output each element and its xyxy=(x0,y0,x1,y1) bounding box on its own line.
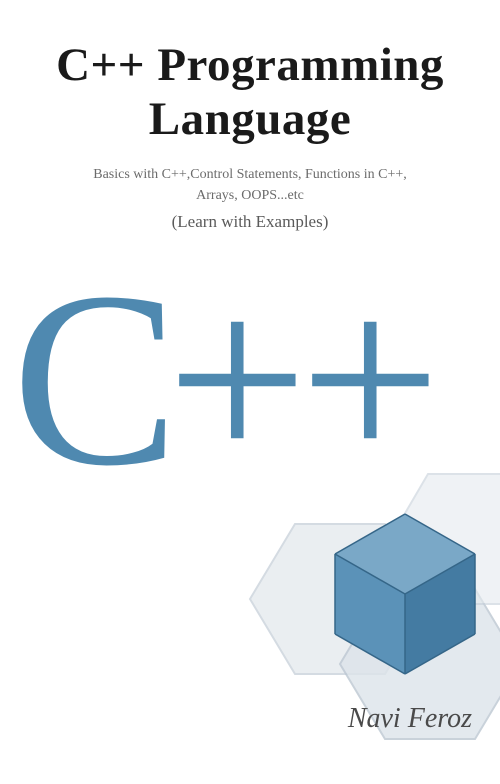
cube-edge xyxy=(335,634,405,674)
subtitle-line-2: Arrays, OOPS...etc xyxy=(196,188,304,203)
author-name: Navi Feroz xyxy=(348,703,472,735)
cube-left-face xyxy=(335,554,405,674)
cube-edge xyxy=(335,554,405,594)
subtitle-line-1: Basics with C++,Control Statements, Func… xyxy=(93,167,407,182)
book-cover: C++ Programming Language Basics with C++… xyxy=(0,0,500,749)
cube-right-face xyxy=(405,554,475,674)
hexagon-shape-1 xyxy=(250,524,430,674)
book-title: C++ Programming Language xyxy=(24,38,476,146)
title-line-2: Language xyxy=(149,93,352,145)
cube-edge xyxy=(405,554,475,594)
book-subtitle: Basics with C++,Control Statements, Func… xyxy=(24,164,476,206)
title-line-1: C++ Programming xyxy=(56,39,444,91)
cube-icon xyxy=(335,514,475,674)
logo-container: C++ xyxy=(0,255,500,505)
cube-edge xyxy=(405,514,475,554)
cube-edge xyxy=(335,514,405,554)
cube-top-face xyxy=(335,514,475,594)
cpp-logo-text: C++ xyxy=(12,241,433,518)
book-tagline: (Learn with Examples) xyxy=(24,212,476,232)
cube-edge xyxy=(405,634,475,674)
